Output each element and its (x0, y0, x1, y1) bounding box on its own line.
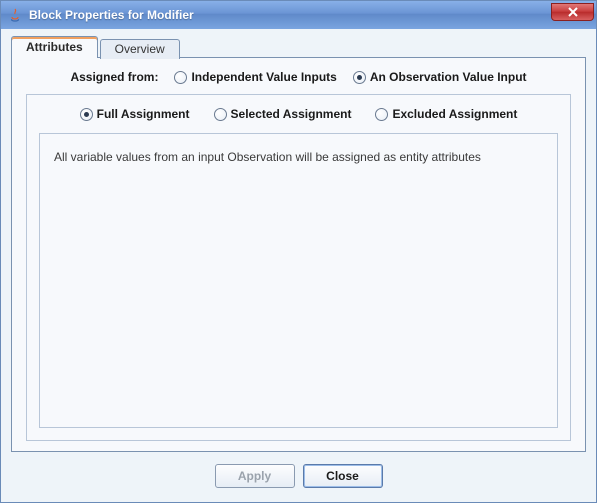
radio-icon (375, 108, 388, 121)
button-label: Close (326, 469, 359, 483)
radio-excluded-assignment[interactable]: Excluded Assignment (375, 107, 517, 121)
tab-label: Attributes (26, 40, 83, 54)
window-title: Block Properties for Modifier (29, 8, 551, 22)
radio-label: Full Assignment (97, 107, 190, 121)
radio-independent-value-inputs[interactable]: Independent Value Inputs (174, 70, 336, 84)
tab-content-attributes: Assigned from: Independent Value Inputs … (11, 57, 586, 452)
radio-label: Excluded Assignment (392, 107, 517, 121)
radio-label: An Observation Value Input (370, 70, 527, 84)
tab-label: Overview (115, 42, 165, 56)
tab-overview[interactable]: Overview (100, 39, 180, 59)
dialog-footer: Apply Close (3, 456, 594, 500)
radio-icon (174, 71, 187, 84)
radio-label: Selected Assignment (231, 107, 352, 121)
java-icon (7, 7, 23, 23)
dialog-window: Block Properties for Modifier Attributes… (0, 0, 597, 503)
radio-observation-value-input[interactable]: An Observation Value Input (353, 70, 527, 84)
radio-label: Independent Value Inputs (191, 70, 336, 84)
radio-icon (214, 108, 227, 121)
radio-full-assignment[interactable]: Full Assignment (80, 107, 190, 121)
title-bar: Block Properties for Modifier (1, 1, 596, 29)
radio-selected-assignment[interactable]: Selected Assignment (214, 107, 352, 121)
assignment-description-text: All variable values from an input Observ… (54, 150, 481, 164)
radio-icon (80, 108, 93, 121)
assignment-mode-row: Full Assignment Selected Assignment Excl… (39, 107, 558, 121)
assigned-from-label: Assigned from: (70, 70, 158, 84)
tabs-bar: Attributes Overview (3, 31, 594, 57)
assigned-from-row: Assigned from: Independent Value Inputs … (26, 70, 571, 84)
assignment-group: Full Assignment Selected Assignment Excl… (26, 94, 571, 441)
radio-icon (353, 71, 366, 84)
tab-attributes[interactable]: Attributes (11, 36, 98, 58)
assignment-description-box: All variable values from an input Observ… (39, 133, 558, 428)
window-close-button[interactable] (551, 3, 594, 21)
close-button[interactable]: Close (303, 464, 383, 488)
client-area: Attributes Overview Assigned from: Indep… (1, 29, 596, 502)
apply-button[interactable]: Apply (215, 464, 295, 488)
button-label: Apply (238, 469, 271, 483)
